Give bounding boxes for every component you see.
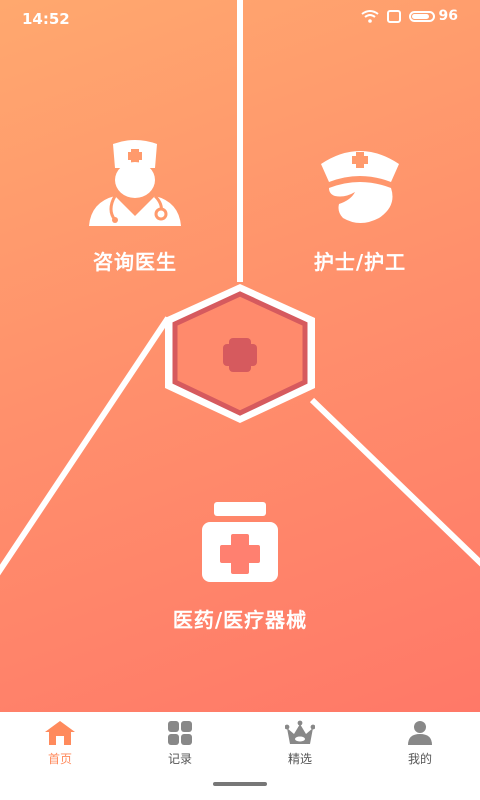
nurse-cap-icon xyxy=(321,151,399,223)
center-medical-button[interactable] xyxy=(160,282,320,427)
tab-label: 首页 xyxy=(47,752,72,766)
tab-home[interactable]: 首页 xyxy=(20,720,100,767)
tab-label: 记录 xyxy=(167,752,192,766)
consult-doctor-button[interactable]: 咨询医生 xyxy=(50,140,220,275)
consult-doctor-label: 咨询医生 xyxy=(93,250,177,274)
tab-featured[interactable]: 精选 xyxy=(260,720,340,767)
tab-label: 我的 xyxy=(407,752,432,766)
tab-records[interactable]: 记录 xyxy=(140,720,220,767)
crown-icon xyxy=(285,720,315,744)
nurse-caregiver-button[interactable]: 护士/护工 xyxy=(275,144,445,275)
tab-profile[interactable]: 我的 xyxy=(380,720,460,767)
tab-label: 精选 xyxy=(287,752,312,766)
medicine-equipment-button[interactable]: 医药/医疗器械 xyxy=(120,500,360,633)
medicine-bottle-icon xyxy=(202,502,278,582)
nurse-caregiver-label: 护士/护工 xyxy=(313,250,407,274)
home-indicator[interactable] xyxy=(213,782,267,786)
home-icon xyxy=(45,721,75,745)
grid-icon xyxy=(168,721,192,745)
person-icon xyxy=(408,721,432,745)
doctor-icon xyxy=(89,140,181,226)
medicine-equipment-label: 医药/医疗器械 xyxy=(172,608,308,632)
home-screen: 14:52 96 咨询医生 护士/护工 医药/医疗器械 首页 记录 精选 我的 xyxy=(0,0,480,800)
bottom-tab-bar: 首页 记录 精选 我的 xyxy=(0,712,480,800)
